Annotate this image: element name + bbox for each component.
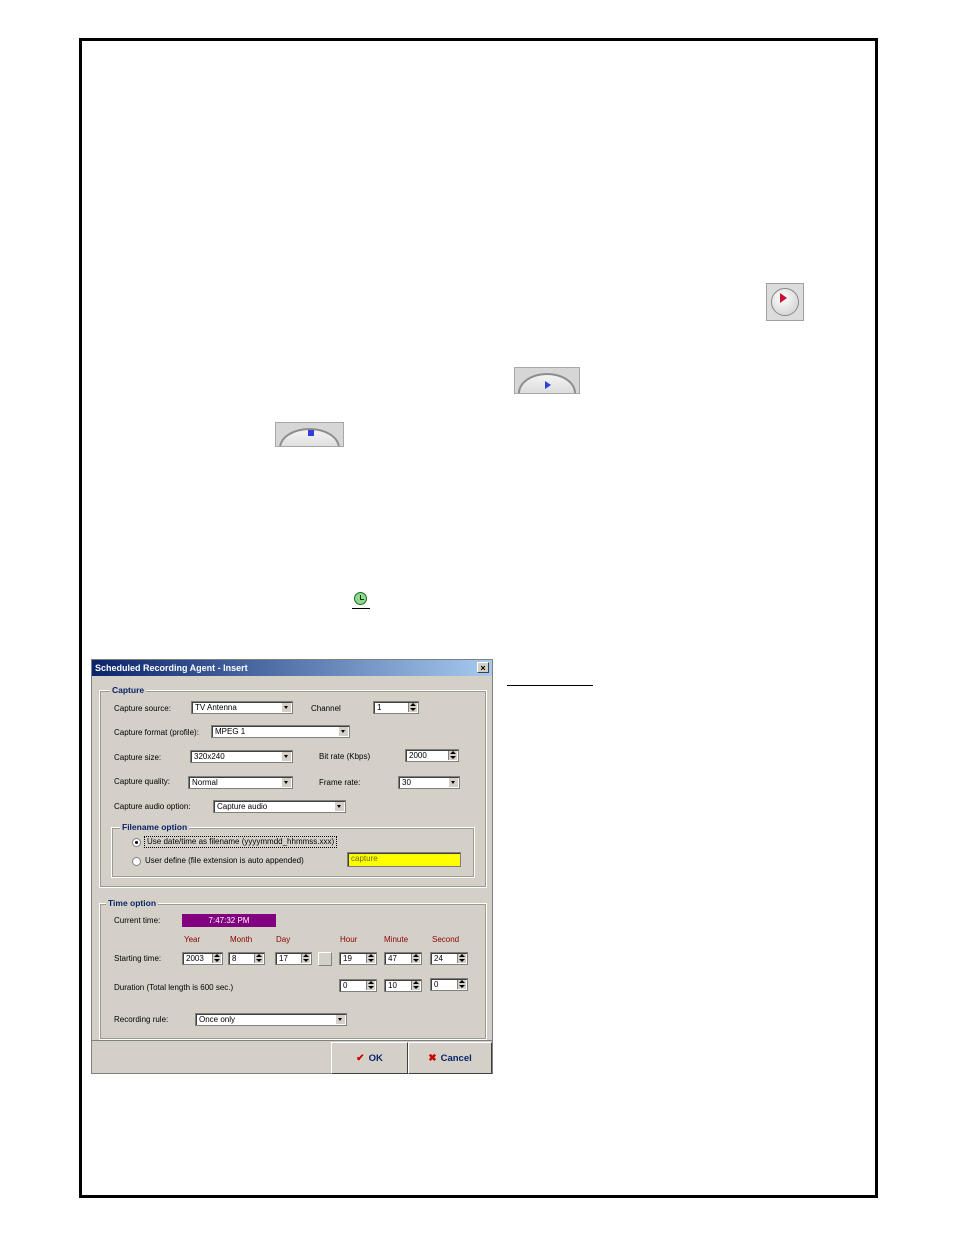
- radio-date-filename[interactable]: [132, 838, 141, 847]
- capture-group-title: Capture: [110, 685, 147, 695]
- frame-rate-label: Frame rate:: [319, 778, 361, 787]
- duration-minute-spinner[interactable]: 10: [384, 979, 422, 992]
- frame-rate-select[interactable]: 30: [398, 776, 460, 789]
- chevron-down-icon: [335, 802, 344, 811]
- filename-input[interactable]: capture: [347, 852, 461, 867]
- bitrate-spinner[interactable]: 2000: [405, 749, 459, 762]
- cancel-label: Cancel: [440, 1052, 472, 1064]
- capture-size-select[interactable]: 320x240: [190, 750, 293, 763]
- recording-rule-select[interactable]: Once only: [195, 1013, 347, 1026]
- spinner-arrows-icon[interactable]: [408, 703, 417, 712]
- ok-label: OK: [368, 1052, 383, 1064]
- cancel-button[interactable]: ✖ Cancel: [408, 1042, 492, 1074]
- user-filename-label[interactable]: User define (file extension is auto appe…: [145, 856, 304, 866]
- clock-icon[interactable]: [352, 592, 370, 609]
- play-icon: [545, 381, 551, 389]
- check-icon: ✔: [356, 1052, 365, 1064]
- spinner-arrows-icon[interactable]: [411, 954, 420, 963]
- chevron-down-icon: [336, 1015, 345, 1024]
- start-hour-spinner[interactable]: 19: [339, 952, 377, 965]
- minute-header: Minute: [384, 935, 409, 944]
- calendar-button[interactable]: [318, 952, 332, 966]
- capture-source-select[interactable]: TV Antenna: [191, 701, 293, 714]
- capture-source-label: Capture source:: [114, 704, 171, 713]
- chevron-down-icon: [282, 778, 291, 787]
- scheduled-recording-dialog: Scheduled Recording Agent - Insert × Cap…: [91, 659, 493, 1074]
- chevron-down-icon: [282, 752, 291, 761]
- audio-option-label: Capture audio option:: [114, 802, 191, 811]
- start-minute-spinner[interactable]: 47: [384, 952, 422, 965]
- capture-quality-label: Capture quality:: [114, 777, 171, 786]
- spinner-arrows-icon[interactable]: [448, 751, 457, 760]
- capture-quality-select[interactable]: Normal: [188, 776, 293, 789]
- start-second-spinner[interactable]: 24: [430, 952, 468, 965]
- button-separator: [92, 1040, 492, 1041]
- close-button[interactable]: ×: [477, 662, 489, 673]
- radio-user-filename[interactable]: [132, 857, 141, 866]
- chevron-down-icon: [339, 727, 348, 736]
- day-header: Day: [276, 935, 291, 944]
- year-header: Year: [184, 935, 201, 944]
- audio-option-select[interactable]: Capture audio: [213, 800, 346, 813]
- record-button[interactable]: [766, 283, 804, 321]
- record-icon: [780, 293, 787, 303]
- spinner-arrows-icon[interactable]: [301, 954, 310, 963]
- capture-format-select[interactable]: MPEG 1: [211, 725, 350, 738]
- capture-format-label: Capture format (profile):: [114, 728, 199, 737]
- spinner-arrows-icon[interactable]: [457, 954, 466, 963]
- spinner-arrows-icon[interactable]: [254, 954, 263, 963]
- duration-hour-spinner[interactable]: 0: [339, 979, 377, 992]
- filename-group-title: Filename option: [120, 822, 190, 832]
- duration-second-spinner[interactable]: 0: [430, 978, 468, 991]
- stop-button[interactable]: [275, 422, 344, 447]
- spinner-arrows-icon[interactable]: [457, 980, 466, 989]
- start-day-spinner[interactable]: 17: [275, 952, 312, 965]
- start-month-spinner[interactable]: 8: [228, 952, 265, 965]
- month-header: Month: [230, 935, 253, 944]
- underline-rule: [507, 685, 593, 686]
- recording-rule-label: Recording rule:: [114, 1015, 169, 1024]
- dialog-titlebar: Scheduled Recording Agent - Insert ×: [92, 660, 492, 676]
- ok-button[interactable]: ✔ OK: [331, 1042, 408, 1074]
- current-time-value: 7:47:32 PM: [182, 914, 276, 927]
- close-icon: ✖: [428, 1052, 437, 1064]
- capture-size-label: Capture size:: [114, 753, 162, 762]
- second-header: Second: [432, 935, 460, 944]
- duration-label: Duration (Total length is 600 sec.): [114, 983, 234, 992]
- start-year-spinner[interactable]: 2003: [182, 952, 223, 965]
- play-button[interactable]: [514, 367, 580, 394]
- spinner-arrows-icon[interactable]: [411, 981, 420, 990]
- date-filename-label[interactable]: Use date/time as filename (yyyymmdd_hhmm…: [144, 836, 338, 848]
- chevron-down-icon: [282, 703, 291, 712]
- bitrate-label: Bit rate (Kbps): [319, 752, 371, 761]
- stop-icon: [308, 430, 314, 436]
- spinner-arrows-icon[interactable]: [366, 981, 375, 990]
- close-icon: ×: [480, 663, 486, 673]
- current-time-label: Current time:: [114, 916, 161, 925]
- chevron-down-icon: [449, 778, 458, 787]
- spinner-arrows-icon[interactable]: [212, 954, 221, 963]
- time-group-title: Time option: [106, 898, 159, 908]
- spinner-arrows-icon[interactable]: [366, 954, 375, 963]
- starting-time-label: Starting time:: [114, 954, 162, 963]
- hour-header: Hour: [340, 935, 358, 944]
- channel-spinner[interactable]: 1: [373, 701, 419, 714]
- dialog-title: Scheduled Recording Agent - Insert: [95, 663, 248, 673]
- channel-label: Channel: [311, 704, 341, 713]
